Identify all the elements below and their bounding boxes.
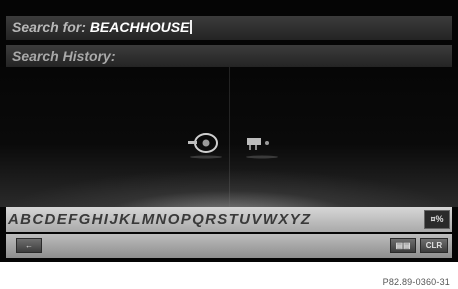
search-history-header[interactable]: Search History:: [6, 45, 452, 67]
language-button[interactable]: ▤▤: [390, 238, 416, 253]
search-input[interactable]: Search for: BEACHHOUSE: [6, 16, 452, 40]
steering-wheel-icon[interactable]: [182, 127, 224, 159]
character-keyboard[interactable]: ABCDEFGHIJKLMNOPQRSTUVWXYZ ¤%: [6, 207, 452, 232]
bed-icon[interactable]: [244, 131, 284, 159]
back-arrow-icon: ←: [25, 241, 33, 250]
keyboard-mode-button[interactable]: ¤%: [424, 210, 450, 229]
navigation-display: Search for: BEACHHOUSE Search History: A…: [0, 0, 458, 262]
search-query: BEACHHOUSE: [89, 19, 190, 35]
result-area: [0, 67, 458, 207]
search-history-label: Search History:: [12, 48, 116, 64]
keyboard-letters[interactable]: ABCDEFGHIJKLMNOPQRSTUVWXYZ: [6, 207, 421, 232]
text-cursor: [190, 20, 193, 34]
search-label: Search for:: [12, 19, 86, 35]
center-line: [229, 67, 230, 207]
back-button[interactable]: ←: [16, 238, 42, 253]
figure-caption: P82.89-0360-31: [382, 277, 450, 287]
keyboard-control-row: ← ▤▤ CLR: [6, 234, 452, 258]
clear-button[interactable]: CLR: [420, 238, 448, 253]
